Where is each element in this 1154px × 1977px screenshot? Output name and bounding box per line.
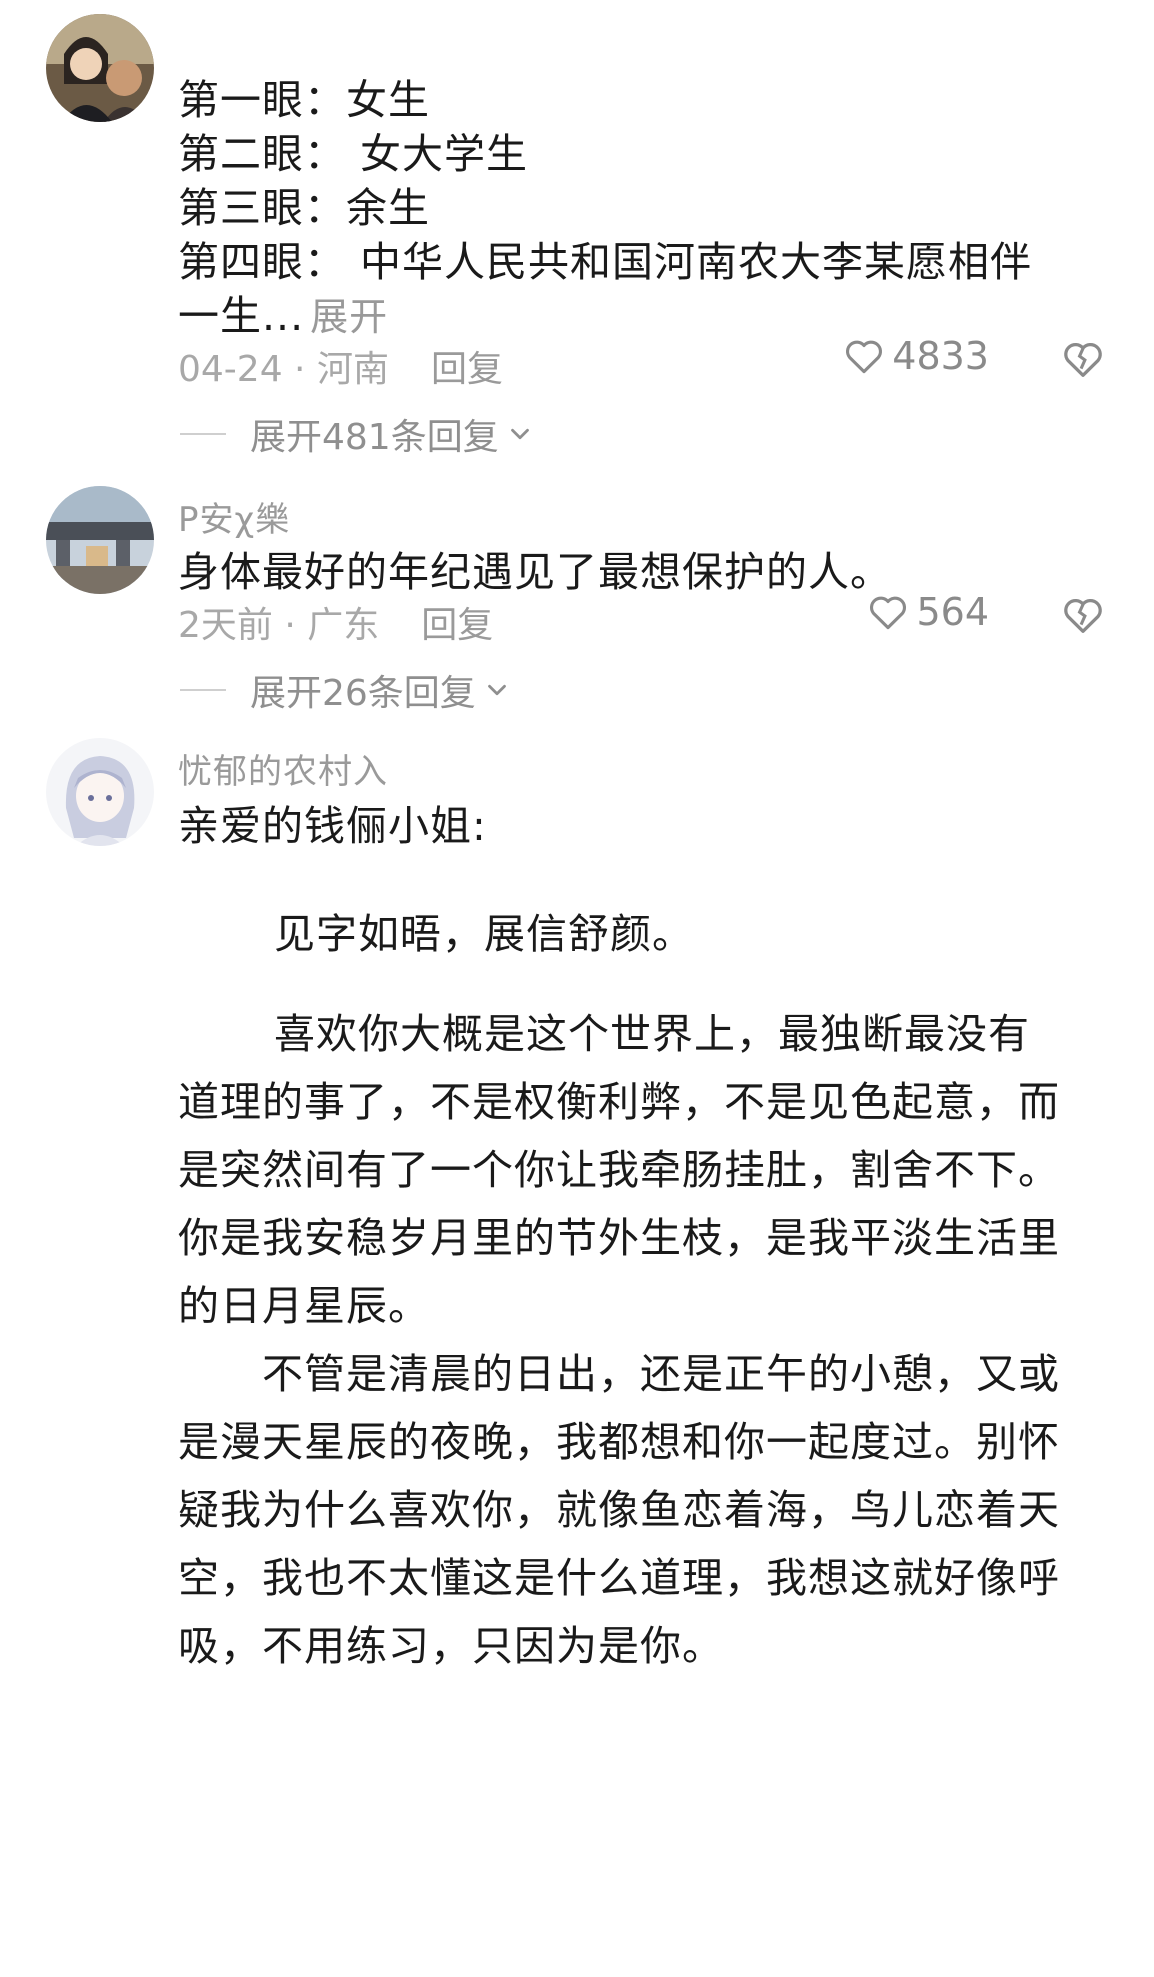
heart-outline-icon (870, 596, 907, 630)
letter-paragraph-1: 喜欢你大概是这个世界上，最独断最没有 道理的事了，不是权衡利弊，不是见色起意，而… (178, 1000, 1098, 1340)
chevron-down-icon (487, 684, 506, 696)
comment-text: 身体最好的年纪遇见了最想保护的人。 (178, 548, 892, 596)
comment-meta: 04-24 · 河南 回复 (178, 349, 503, 390)
chevron-down-icon (510, 428, 529, 440)
like-button[interactable]: 564 (866, 590, 989, 634)
letter-line: 道理的事了，不是权衡利弊，不是见色起意，而 (178, 1078, 1060, 1126)
expand-replies[interactable]: 展开26条回复 (180, 664, 512, 716)
letter-line: 吸，不用练习，只因为是你。 (178, 1622, 724, 1670)
comment-text-line: 第四眼： 中华人民共和国河南农大李某愿相伴 (178, 238, 1033, 286)
expand-replies[interactable]: 展开481条回复 (180, 408, 535, 460)
comment-text-line: 第一眼：女生 (178, 76, 430, 124)
divider-dash (180, 689, 226, 691)
avatar[interactable] (46, 738, 154, 846)
expand-replies-label: 展开481条回复 (250, 417, 499, 458)
comment-text-line: 第二眼： 女大学生 (178, 130, 529, 178)
avatar[interactable] (46, 486, 154, 594)
comment-text-tail: 一生... (178, 292, 305, 340)
like-count: 564 (916, 590, 989, 634)
broken-heart-icon[interactable] (1060, 336, 1106, 382)
comment-location: 河南 (316, 349, 389, 390)
reply-button[interactable]: 回复 (431, 349, 503, 390)
letter-line: 是漫天星辰的夜晚，我都想和你一起度过。别怀 (178, 1418, 1060, 1466)
letter-line: 的日月星辰。 (178, 1282, 430, 1330)
expand-text-link[interactable]: 展开 (310, 295, 388, 339)
letter-line: 你是我安稳岁月里的节外生枝，是我平淡生活里 (178, 1214, 1060, 1262)
letter-line: 不管是清晨的日出，还是正午的小憩，又或 (262, 1350, 1060, 1398)
broken-heart-icon[interactable] (1060, 592, 1106, 638)
expand-replies-label: 展开26条回复 (250, 673, 476, 714)
comment-date: 2天前 (178, 605, 273, 646)
letter-greeting: 见字如晤，展信舒颜。 (274, 910, 694, 958)
letter-salutation: 亲爱的钱俪小姐: (178, 802, 487, 850)
username[interactable]: 忧郁的农村入 (178, 744, 388, 793)
letter-paragraph-2: 不管是清晨的日出，还是正午的小憩，又或 是漫天星辰的夜晚，我都想和你一起度过。别… (178, 1340, 1098, 1680)
comment-meta: 2天前 · 广东 回复 (178, 605, 494, 646)
reply-button[interactable]: 回复 (421, 605, 493, 646)
comment-text-line: 一生... 展开 (178, 282, 388, 342)
letter-line: 是突然间有了一个你让我牵肠挂肚，割舍不下。 (178, 1146, 1060, 1194)
letter-line: 疑我为什么喜欢你，就像鱼恋着海，鸟儿恋着天 (178, 1486, 1060, 1534)
divider-dash (180, 433, 226, 435)
heart-outline-icon (846, 340, 883, 374)
letter-line: 空，我也不太懂这是什么道理，我想这就好像呼 (178, 1554, 1060, 1602)
letter-line: 喜欢你大概是这个世界上，最独断最没有 (274, 1010, 1030, 1058)
like-count: 4833 (892, 334, 989, 378)
comment-text-line: 第三眼：余生 (178, 184, 430, 232)
username[interactable]: P安χ樂 (178, 492, 290, 541)
comment-date: 04-24 (178, 349, 283, 390)
comment-location: 广东 (307, 605, 380, 646)
like-button[interactable]: 4833 (842, 334, 989, 378)
avatar[interactable] (46, 14, 154, 122)
